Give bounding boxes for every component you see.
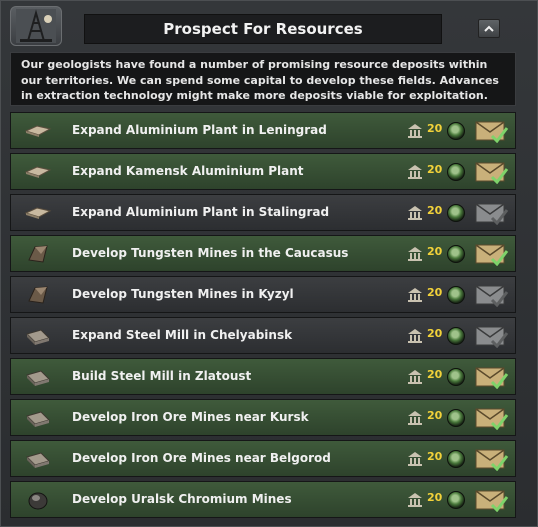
envelope-checkmark-icon[interactable]: [475, 406, 509, 431]
decision-label: Build Steel Mill in Zlatoust: [72, 369, 252, 383]
decision-row[interactable]: Develop Tungsten Mines in Kyzyl 20: [10, 276, 516, 313]
aluminium-ingot-icon: [23, 119, 53, 143]
decision-row[interactable]: Build Steel Mill in Zlatoust 20: [10, 358, 516, 395]
political-power-icon: [407, 205, 423, 221]
green-orb-icon: [447, 286, 465, 304]
envelope-checkmark-icon[interactable]: [475, 242, 509, 267]
decision-cost: 20: [427, 368, 443, 381]
green-orb-icon: [447, 491, 465, 509]
green-orb-icon: [447, 245, 465, 263]
tungsten-ore-icon: [23, 242, 53, 266]
decision-label: Expand Steel Mill in Chelyabinsk: [72, 328, 293, 342]
decision-row[interactable]: Expand Aluminium Plant in Leningrad 20: [10, 112, 516, 149]
aluminium-ingot-icon: [23, 160, 53, 184]
description-text: Our geologists have found a number of pr…: [10, 52, 516, 106]
decision-row[interactable]: Expand Steel Mill in Chelyabinsk 20: [10, 317, 516, 354]
decision-cost: 20: [427, 450, 443, 463]
green-orb-icon: [447, 163, 465, 181]
envelope-checkmark-icon[interactable]: [475, 160, 509, 185]
chevron-up-icon: [484, 25, 494, 32]
oil-derrick-icon: [10, 6, 62, 46]
political-power-icon: [407, 369, 423, 385]
panel-header: Prospect For Resources: [0, 0, 538, 52]
steel-ingot-icon: [23, 406, 53, 430]
decision-row[interactable]: Develop Tungsten Mines in the Caucasus 20: [10, 235, 516, 272]
decision-label: Expand Aluminium Plant in Stalingrad: [72, 205, 330, 219]
steel-ingot-icon: [23, 365, 53, 389]
decision-row[interactable]: Expand Aluminium Plant in Stalingrad 20: [10, 194, 516, 231]
decision-row[interactable]: Expand Kamensk Aluminium Plant 20: [10, 153, 516, 190]
decision-label: Develop Iron Ore Mines near Belgorod: [72, 451, 331, 465]
envelope-checkmark-icon[interactable]: [475, 365, 509, 390]
decision-label: Develop Iron Ore Mines near Kursk: [72, 410, 309, 424]
envelope-gray-icon[interactable]: [475, 324, 509, 349]
political-power-icon: [407, 246, 423, 262]
green-orb-icon: [447, 409, 465, 427]
green-orb-icon: [447, 204, 465, 222]
steel-ingot-icon: [23, 324, 53, 348]
green-orb-icon: [447, 327, 465, 345]
decision-label: Expand Kamensk Aluminium Plant: [72, 164, 304, 178]
aluminium-ingot-icon: [23, 201, 53, 225]
decision-label: Develop Tungsten Mines in the Caucasus: [72, 246, 349, 260]
decision-cost: 20: [427, 286, 443, 299]
steel-ingot-icon: [23, 447, 53, 471]
decision-cost: 20: [427, 409, 443, 422]
chromium-ore-icon: [23, 488, 53, 512]
political-power-icon: [407, 123, 423, 139]
tungsten-ore-icon: [23, 283, 53, 307]
political-power-icon: [407, 328, 423, 344]
decision-row[interactable]: Develop Iron Ore Mines near Kursk 20: [10, 399, 516, 436]
political-power-icon: [407, 287, 423, 303]
collapse-button[interactable]: [478, 19, 500, 38]
decision-label: Expand Aluminium Plant in Leningrad: [72, 123, 327, 137]
green-orb-icon: [447, 122, 465, 140]
decision-row[interactable]: Develop Iron Ore Mines near Belgorod 20: [10, 440, 516, 477]
decision-cost: 20: [427, 245, 443, 258]
decision-cost: 20: [427, 491, 443, 504]
decision-label: Develop Tungsten Mines in Kyzyl: [72, 287, 294, 301]
political-power-icon: [407, 410, 423, 426]
decision-cost: 20: [427, 122, 443, 135]
envelope-gray-icon[interactable]: [475, 201, 509, 226]
decision-cost: 20: [427, 163, 443, 176]
political-power-icon: [407, 164, 423, 180]
panel-title: Prospect For Resources: [84, 14, 442, 44]
decision-cost: 20: [427, 327, 443, 340]
envelope-gray-icon[interactable]: [475, 283, 509, 308]
envelope-checkmark-icon[interactable]: [475, 447, 509, 472]
green-orb-icon: [447, 368, 465, 386]
political-power-icon: [407, 451, 423, 467]
decision-row[interactable]: Develop Uralsk Chromium Mines 20: [10, 481, 516, 518]
decision-cost: 20: [427, 204, 443, 217]
green-orb-icon: [447, 450, 465, 468]
envelope-checkmark-icon[interactable]: [475, 488, 509, 513]
political-power-icon: [407, 492, 423, 508]
decision-label: Develop Uralsk Chromium Mines: [72, 492, 292, 506]
envelope-checkmark-icon[interactable]: [475, 119, 509, 144]
